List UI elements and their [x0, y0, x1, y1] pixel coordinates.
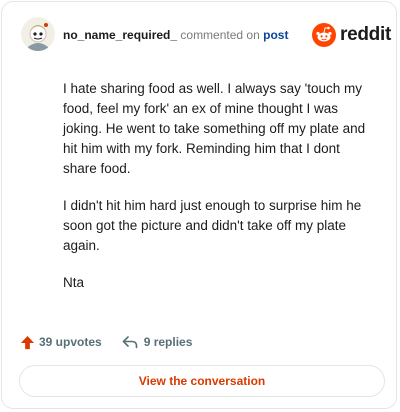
avatar-icon [21, 17, 55, 51]
comment-embed-card: no_name_required_ commented on post redd… [1, 1, 397, 409]
reply-arrow-icon [122, 336, 138, 349]
comment-paragraph-2: I didn't hit him hard just enough to sur… [63, 198, 362, 253]
reddit-brand[interactable]: reddit [312, 22, 391, 48]
comment-header: no_name_required_ commented on post [63, 28, 288, 42]
commented-on-text: commented on [180, 28, 260, 42]
post-link[interactable]: post [263, 28, 288, 42]
replies-count: 9 replies [143, 335, 193, 349]
comment-paragraph-1: I hate sharing food as well. I always sa… [63, 81, 366, 176]
reddit-wordmark: reddit [340, 24, 391, 45]
user-avatar[interactable] [21, 17, 55, 51]
replies-control[interactable]: 9 replies [122, 334, 193, 350]
username-link[interactable]: no_name_required_ [63, 28, 177, 42]
comment-body: I hate sharing food as well. I always sa… [63, 79, 368, 310]
upvote-arrow-icon [20, 335, 35, 349]
reddit-snoo-icon [312, 23, 336, 47]
upvote-control[interactable]: 39 upvotes [20, 335, 102, 350]
view-conversation-button[interactable]: View the conversation [19, 365, 385, 397]
comment-footer: 39 upvotes 9 replies [20, 333, 192, 351]
upvote-count: 39 upvotes [39, 335, 102, 349]
comment-paragraph-3: Nta [63, 275, 85, 290]
